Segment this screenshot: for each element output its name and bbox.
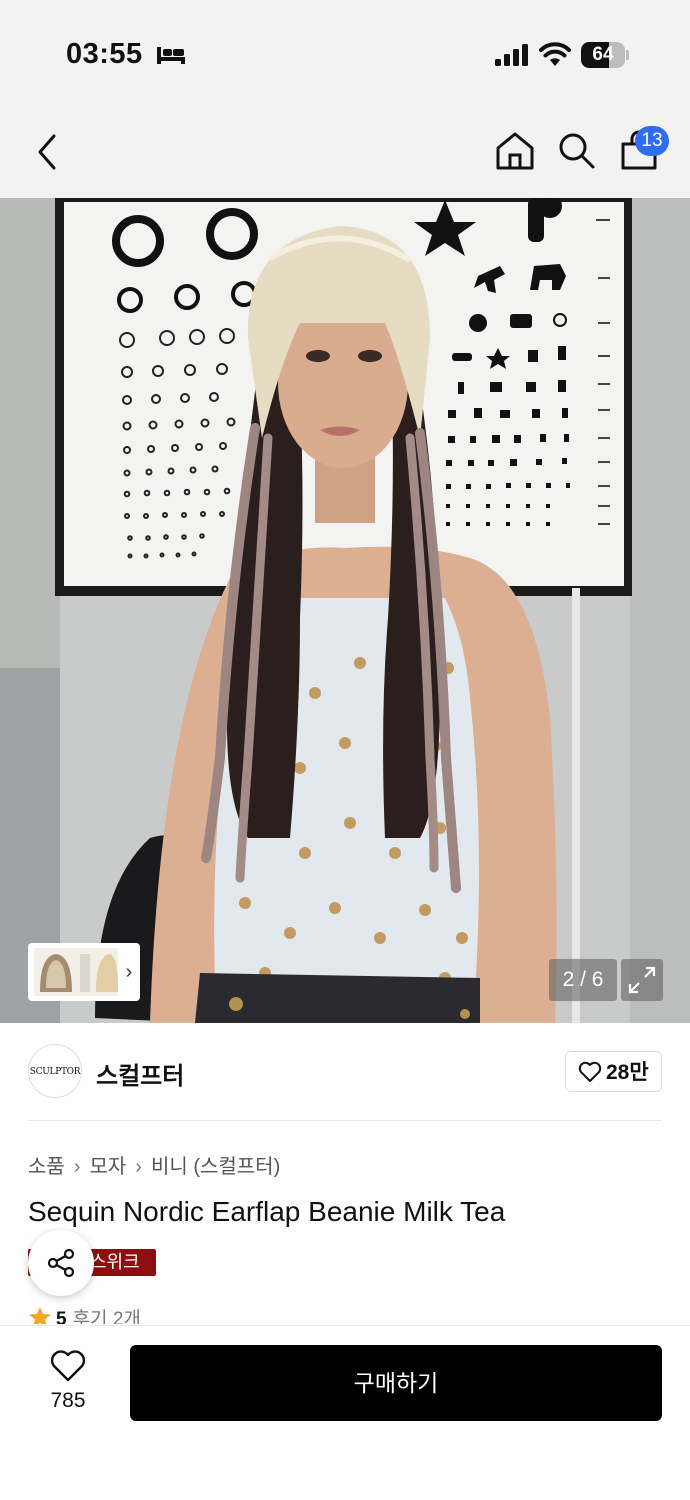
battery-level: 64 <box>592 44 614 65</box>
wifi-icon <box>539 42 571 66</box>
signal-icon <box>495 44 528 66</box>
heart-icon <box>50 1350 86 1382</box>
wishlist-count: 785 <box>50 1389 86 1412</box>
battery-icon: 64 <box>581 42 629 68</box>
brand-name[interactable]: 스컬프터 <box>96 1056 184 1091</box>
product-title: Sequin Nordic Earflap Beanie Milk Tea <box>28 1196 506 1227</box>
status-time: 03:55 <box>66 38 143 70</box>
top-nav <box>0 110 690 198</box>
expand-icon <box>628 966 656 994</box>
thumbnail-strip-button[interactable]: › <box>28 943 140 1001</box>
divider <box>28 1120 662 1121</box>
rating-row[interactable]: 5 후기 2개 <box>28 1304 141 1324</box>
breadcrumb: 소품 › 모자 › 비니 (스컬프터) <box>28 1150 280 1179</box>
product-image[interactable] <box>0 198 690 1023</box>
breadcrumb-item[interactable]: 소품 <box>28 1150 65 1179</box>
review-count: 후기 2개 <box>72 1309 141 1324</box>
image-counter: 2 / 6 <box>549 959 617 1001</box>
brand-like-button[interactable]: 28만 <box>565 1051 662 1092</box>
chevron-right-icon: › <box>125 961 133 983</box>
wishlist-button[interactable]: 785 <box>28 1345 108 1425</box>
breadcrumb-item[interactable]: 비니 (스컬프터) <box>151 1150 280 1179</box>
thumbnail-images <box>34 948 118 996</box>
cart-count-badge: 13 <box>635 126 669 156</box>
home-icon[interactable] <box>494 130 536 172</box>
expand-button[interactable] <box>621 959 663 1001</box>
status-bar: 03:55 64 <box>0 0 690 110</box>
share-icon <box>47 1248 75 1278</box>
buy-button[interactable]: 구매하기 <box>130 1345 662 1421</box>
breadcrumb-item[interactable]: 모자 <box>89 1150 126 1179</box>
sleep-icon <box>157 47 185 64</box>
brand-like-count: 28만 <box>606 1061 649 1084</box>
brand-logo[interactable]: SCULPTOR <box>28 1044 82 1098</box>
heart-icon <box>578 1061 602 1082</box>
star-icon <box>29 1307 51 1324</box>
breadcrumb-separator-icon: › <box>135 1156 142 1178</box>
product-photo <box>0 198 690 1023</box>
back-icon[interactable] <box>30 130 66 174</box>
breadcrumb-separator-icon: › <box>73 1156 81 1178</box>
share-button[interactable] <box>28 1230 94 1296</box>
search-icon[interactable] <box>556 130 596 170</box>
rating-value: 5 <box>56 1309 67 1324</box>
